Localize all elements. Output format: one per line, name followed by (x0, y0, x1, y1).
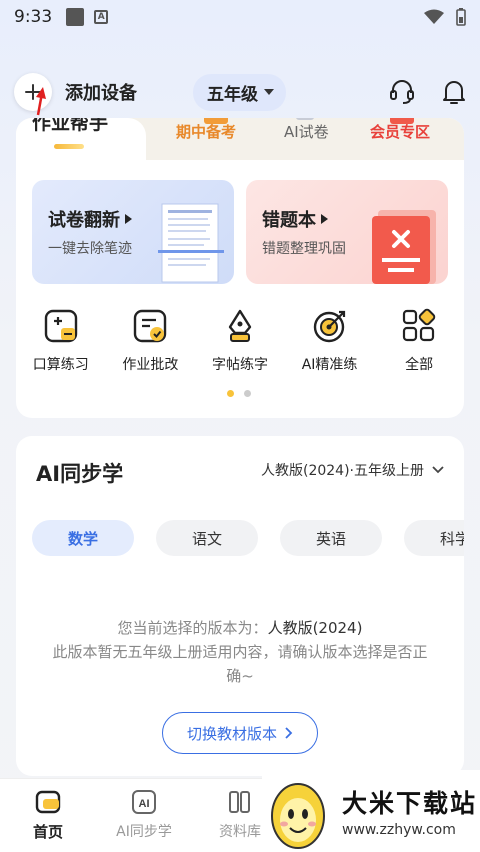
tool-grid: 口算练习 作业批改 字帖练字 AI精准练 全部 (16, 306, 464, 374)
nav-ai-sync[interactable]: AI AI同步学 (96, 779, 192, 852)
grade-selector[interactable]: 五年级 (193, 73, 286, 111)
bell-icon[interactable] (442, 78, 466, 106)
vip-badge-icon (390, 118, 414, 124)
watermark-name: 大米下载站 (342, 789, 478, 818)
tab-underline (54, 144, 84, 149)
exam-renew-card[interactable]: 试卷翻新 一键去除笔迹 (32, 180, 234, 284)
grid-icon (403, 308, 436, 342)
notice-prefix: 您当前选择的版本为： (117, 619, 268, 637)
tool-calligraphy[interactable]: 字帖练字 (195, 306, 285, 374)
subject-science[interactable]: 科学 (404, 520, 464, 556)
add-device-label[interactable]: 添加设备 (65, 79, 137, 105)
target-icon (313, 310, 345, 343)
edition-notice: 您当前选择的版本为：人教版(2024) 此版本暂无五年级上册适用内容，请确认版本… (46, 616, 434, 688)
feature-title: 错题本 (262, 210, 316, 231)
subject-tabs: 数学 语文 英语 科学 (32, 520, 464, 556)
switch-edition-button[interactable]: 切换教材版本 (162, 712, 318, 754)
status-bar: 9:33 A (0, 0, 480, 34)
page-dot (244, 390, 251, 397)
tab-label: 会员专区 (370, 123, 431, 141)
edition-label: 人教版(2024)·五年级上册 (260, 463, 424, 479)
pen-nib-icon (228, 309, 252, 342)
arrow-right-icon (321, 214, 328, 224)
nav-label: AI同步学 (116, 824, 172, 840)
egg-mascot-icon (271, 783, 325, 849)
notice-edition: 人教版(2024) (267, 619, 363, 637)
tool-all[interactable]: 全部 (374, 306, 464, 374)
home-icon (35, 790, 61, 814)
dropdown-triangle-icon (264, 89, 274, 95)
notice-rest: 此版本暂无五年级上册适用内容，请确认版本选择是否正确~ (52, 643, 428, 685)
arrow-right-icon (125, 214, 132, 224)
site-watermark: 大米下载站 www.zzhyw.com (262, 770, 480, 852)
top-header: 添加设备 五年级 (0, 72, 480, 116)
edition-selector[interactable]: 人教版(2024)·五年级上册 (261, 460, 444, 480)
tool-label: 口算练习 (32, 357, 89, 373)
book-badge-icon (204, 118, 228, 124)
feature-subtitle: 一键去除笔迹 (48, 241, 132, 257)
nav-label: 资料库 (219, 824, 261, 840)
feature-subtitle: 错题整理巩固 (262, 241, 346, 257)
tool-ai-practice[interactable]: AI精准练 (285, 306, 375, 374)
notification-a-icon: A (94, 10, 109, 24)
tool-label: AI精准练 (301, 357, 358, 373)
paper-badge-icon (296, 118, 314, 120)
ai-sync-card: AI同步学 人教版(2024)·五年级上册 数学 语文 英语 科学 您当前选择的… (16, 436, 464, 776)
watermark-url: www.zzhyw.com (342, 822, 456, 838)
exam-paper-icon (158, 203, 224, 283)
nav-label: 首页 (32, 823, 63, 841)
calculator-icon (44, 309, 77, 343)
tool-homework-check[interactable]: 作业批改 (106, 306, 196, 374)
chevron-right-icon (285, 727, 293, 739)
tab-ai-exam[interactable]: AI试卷 (284, 118, 329, 146)
tab-homework-helper[interactable]: 作业帮手 (16, 118, 146, 162)
wrong-book-icon (372, 210, 436, 284)
notification-square-icon (66, 8, 85, 26)
battery-icon (456, 8, 466, 26)
wrong-book-card[interactable]: 错题本 错题整理巩固 (246, 180, 448, 284)
add-device-button[interactable] (14, 73, 52, 116)
svg-text:AI: AI (139, 798, 150, 810)
switch-edition-label: 切换教材版本 (186, 724, 277, 743)
status-time: 9:33 (14, 7, 53, 27)
ai-book-icon: AI (132, 790, 156, 814)
tool-label: 作业批改 (122, 357, 179, 373)
tabs-row: 作业帮手 期中备考 AI试卷 会员专区 (16, 118, 464, 162)
tab-label: 期中备考 (176, 123, 237, 141)
red-arrow-icon (36, 87, 46, 116)
nav-home[interactable]: 首页 (0, 779, 96, 852)
customer-service-icon[interactable] (388, 78, 416, 106)
tool-label: 字帖练字 (211, 357, 268, 373)
grade-label: 五年级 (207, 84, 258, 105)
section-title: AI同步学 (36, 462, 124, 486)
wifi-icon (424, 9, 444, 24)
subject-chinese[interactable]: 语文 (156, 520, 258, 556)
subject-math[interactable]: 数学 (32, 520, 134, 556)
tool-label: 全部 (405, 357, 434, 373)
page-dot-active (227, 390, 234, 397)
subject-english[interactable]: 英语 (280, 520, 382, 556)
homework-check-icon (134, 309, 167, 343)
home-tools-card: 作业帮手 期中备考 AI试卷 会员专区 试卷翻新 一键去除笔迹 错题本 错题整理… (16, 118, 464, 418)
tool-mental-math[interactable]: 口算练习 (16, 306, 106, 374)
tab-midterm[interactable]: 期中备考 (176, 118, 236, 146)
tab-label: AI试卷 (284, 123, 329, 141)
library-icon (229, 791, 250, 813)
tab-label: 作业帮手 (32, 118, 109, 134)
tab-vip-zone[interactable]: 会员专区 (370, 118, 430, 146)
chevron-down-icon (432, 466, 444, 474)
page-indicator (227, 390, 251, 397)
feature-title: 试卷翻新 (48, 210, 120, 231)
